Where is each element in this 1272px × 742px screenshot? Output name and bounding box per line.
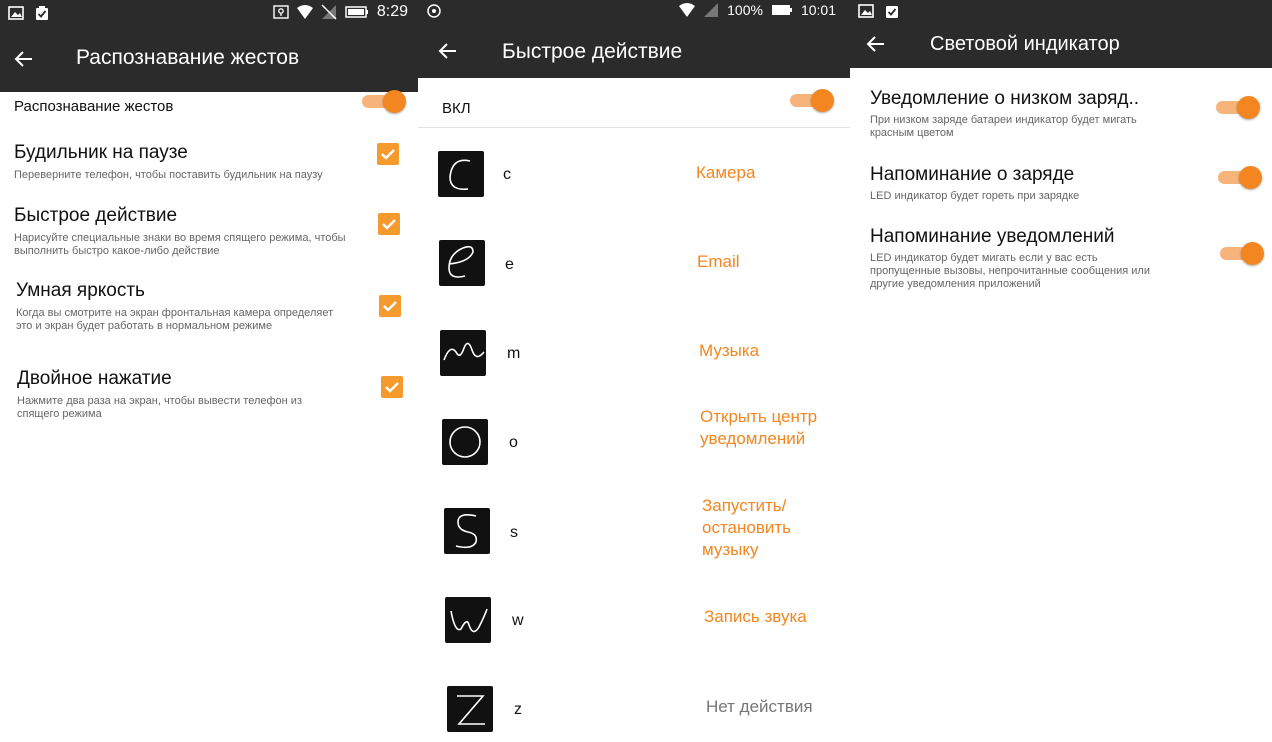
item-subtitle: При низком заряде батареи индикатор буде… [870, 114, 1137, 139]
app-notification-icon [427, 4, 441, 18]
gesture-e-icon [439, 240, 485, 286]
setting-smart-brightness[interactable]: Умная яркость Когда вы смотрите на экран… [16, 280, 376, 333]
setting-quick-action[interactable]: Быстрое действие Нарисуйте специальные з… [14, 205, 374, 258]
gesture-action-none[interactable]: Нет действия [706, 696, 846, 718]
signal-icon [321, 4, 337, 20]
app-toolbar: Распознавание жестов [0, 26, 418, 92]
gesture-action-email[interactable]: Email [697, 251, 837, 273]
image-icon [858, 4, 874, 18]
status-time: 10:01 [800, 2, 836, 18]
image-icon [8, 6, 24, 20]
double-tap-checkbox[interactable] [381, 376, 403, 398]
setting-charge-reminder[interactable]: Напоминание о заряде LED индикатор будет… [870, 164, 1190, 203]
item-subtitle: Переверните телефон, чтобы поставить буд… [14, 169, 323, 181]
gesture-action-camera[interactable]: Камера [696, 162, 836, 184]
wifi-icon [296, 5, 313, 19]
page-title: Световой индикатор [930, 33, 1120, 55]
gesture-action-record[interactable]: Запись звука [704, 606, 844, 628]
item-title: Напоминание о заряде [870, 164, 1075, 185]
item-subtitle: LED индикатор будет гореть при зарядке [870, 190, 1080, 202]
quick-action-checkbox[interactable] [378, 213, 400, 235]
status-bar: 100% 10:01 [418, 0, 850, 24]
low-battery-toggle[interactable] [1216, 96, 1260, 119]
item-title: Напоминание уведомлений [870, 226, 1115, 247]
gesture-letter: e [505, 256, 514, 273]
gesture-letter: o [509, 434, 518, 451]
item-title: Двойное нажатие [17, 368, 172, 389]
item-subtitle: Нарисуйте специальные знаки во время спя… [14, 232, 346, 257]
smart-brightness-checkbox[interactable] [379, 295, 401, 317]
gesture-action-music[interactable]: Музыка [699, 340, 839, 362]
setting-low-battery[interactable]: Уведомление о низком заряд.. При низком … [870, 88, 1190, 140]
page-title: Быстрое действие [502, 40, 683, 63]
charge-reminder-toggle[interactable] [1218, 166, 1262, 189]
quick-action-screen: 100% 10:01 Быстрое действие ВКЛ c Камера… [418, 0, 850, 742]
clipboard-check-icon [36, 6, 48, 20]
quick-action-toggle[interactable] [790, 89, 834, 112]
setting-double-tap[interactable]: Двойное нажатие Нажмите два раза на экра… [17, 368, 377, 421]
item-title: Будильник на паузе [14, 142, 188, 163]
status-bar [850, 0, 1272, 24]
gesture-m-icon [440, 330, 486, 376]
back-arrow-icon[interactable] [436, 39, 460, 63]
clipboard-check-icon [886, 6, 898, 18]
gesture-letter: m [507, 345, 521, 362]
gesture-action-play-music[interactable]: Запустить/ остановить музыку [702, 495, 817, 561]
gesture-letter: w [512, 612, 524, 629]
gesture-recognition-label: Распознавание жестов [14, 98, 174, 115]
led-indicator-screen: Световой индикатор Уведомление о низком … [850, 0, 1272, 742]
item-subtitle: Нажмите два раза на экран, чтобы вывести… [17, 395, 302, 420]
enable-label: ВКЛ [442, 100, 471, 117]
battery-icon [345, 6, 368, 18]
back-arrow-icon[interactable] [864, 32, 888, 56]
back-arrow-icon[interactable] [12, 47, 36, 71]
battery-percent: 100% [727, 2, 763, 18]
gesture-action-notifications[interactable]: Открыть центр уведомлений [700, 406, 820, 450]
gesture-letter: z [514, 701, 522, 718]
page-title: Распознавание жестов [76, 46, 300, 69]
app-toolbar: Быстрое действие [418, 24, 850, 78]
alarm-pause-checkbox[interactable] [377, 143, 399, 165]
item-subtitle: LED индикатор будет мигать если у вас ес… [870, 252, 1150, 290]
location-icon [273, 5, 289, 19]
notification-reminder-toggle[interactable] [1220, 242, 1264, 265]
battery-icon [771, 5, 792, 15]
app-toolbar: Световой индикатор [850, 24, 1272, 68]
item-title: Быстрое действие [14, 205, 178, 226]
setting-alarm-pause[interactable]: Будильник на паузе Переверните телефон, … [14, 142, 374, 182]
gesture-w-icon [445, 597, 491, 643]
gesture-recognition-toggle[interactable] [362, 90, 406, 113]
gesture-letter: s [510, 524, 518, 541]
setting-notification-reminder[interactable]: Напоминание уведомлений LED индикатор бу… [870, 226, 1190, 291]
gesture-letter: c [503, 166, 511, 183]
wifi-icon [679, 3, 696, 17]
divider [418, 127, 850, 128]
item-title: Уведомление о низком заряд.. [870, 88, 1140, 109]
signal-icon [704, 3, 719, 17]
item-subtitle: Когда вы смотрите на экран фронтальная к… [16, 307, 334, 332]
status-bar: 8:29 [0, 0, 418, 26]
gesture-s-icon [444, 508, 490, 554]
gesture-o-icon [442, 419, 488, 465]
status-time: 8:29 [376, 3, 408, 20]
gesture-recognition-screen: 8:29 Распознавание жестов Распознавание … [0, 0, 418, 742]
item-title: Умная яркость [16, 280, 145, 301]
gesture-z-icon [447, 686, 493, 732]
gesture-c-icon [438, 151, 484, 197]
